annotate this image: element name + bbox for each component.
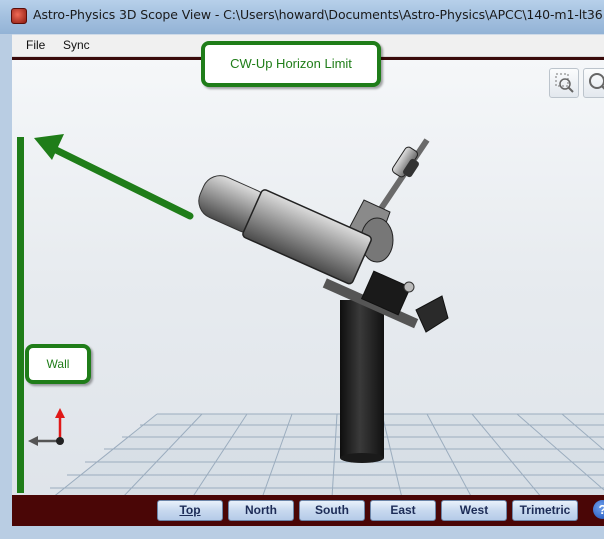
view-east-button[interactable]: East bbox=[370, 500, 436, 521]
window-title: Astro-Physics 3D Scope View - C:\Users\h… bbox=[33, 7, 604, 22]
app-icon bbox=[11, 8, 27, 24]
scope-3d-viewport[interactable] bbox=[12, 57, 604, 495]
view-west-button[interactable]: West bbox=[441, 500, 507, 521]
view-south-button[interactable]: South bbox=[299, 500, 365, 521]
axis-indicator bbox=[28, 408, 65, 446]
mount-pier bbox=[340, 300, 384, 458]
floor-grid bbox=[50, 413, 604, 495]
window-frame-left bbox=[0, 34, 12, 526]
zoom-box-button[interactable] bbox=[549, 68, 579, 98]
wall-line bbox=[17, 137, 24, 493]
scope-scene bbox=[17, 134, 604, 495]
view-trimetric-button[interactable]: Trimetric bbox=[512, 500, 578, 521]
zoom-box-icon bbox=[555, 73, 574, 93]
title-bar[interactable]: Astro-Physics 3D Scope View - C:\Users\h… bbox=[0, 0, 604, 34]
zoom-icon bbox=[589, 73, 604, 90]
view-north-button[interactable]: North bbox=[228, 500, 294, 521]
view-top-button[interactable]: Top bbox=[157, 500, 223, 521]
zoom-button[interactable] bbox=[583, 68, 604, 98]
menu-sync[interactable]: Sync bbox=[63, 38, 90, 52]
view-toolbar: Top North South East West Trimetric ? bbox=[12, 495, 604, 526]
menu-file[interactable]: File bbox=[26, 38, 45, 52]
window-frame-bottom bbox=[0, 526, 604, 539]
horizon-arrow bbox=[34, 134, 194, 220]
wall-callout: Wall bbox=[25, 344, 91, 384]
app-window: Astro-Physics 3D Scope View - C:\Users\h… bbox=[0, 0, 604, 539]
horizon-limit-callout: CW-Up Horizon Limit bbox=[201, 41, 381, 87]
help-icon[interactable]: ? bbox=[593, 500, 604, 519]
